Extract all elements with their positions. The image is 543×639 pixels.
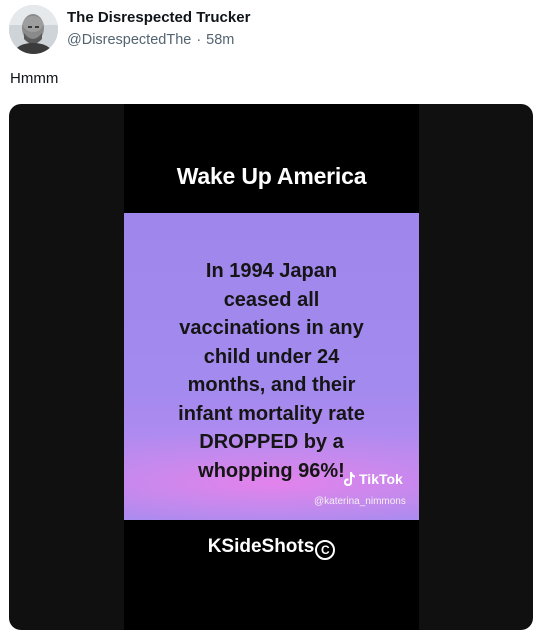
tiktok-watermark: TikTok [342,471,403,487]
tweet-post: The Disrespected Trucker @DisrespectedTh… [0,0,543,639]
brand-name: KSideShots [207,536,315,557]
video-frame: Wake Up America In 1994 Japan ceased all… [124,104,419,630]
tiktok-logo-icon [344,472,355,486]
post-text: Hmmm [10,70,59,87]
meta-line: @DisrespectedThe · 58m [67,32,234,48]
message-card: In 1994 Japan ceased all vaccinations in… [124,213,419,520]
copyright-icon: C [315,540,336,560]
user-handle[interactable]: @DisrespectedThe [67,32,191,48]
tiktok-label: TikTok [359,471,403,487]
card-message: In 1994 Japan ceased all vaccinations in… [178,260,365,482]
media-video[interactable]: Wake Up America In 1994 Japan ceased all… [9,104,533,630]
post-timestamp[interactable]: 58m [206,32,234,48]
display-name[interactable]: The Disrespected Trucker [67,9,250,26]
avatar[interactable] [9,5,58,54]
tiktok-handle: @katerina_nimmons [314,496,406,507]
avatar-photo-icon [9,5,58,54]
meta-separator: · [196,32,202,48]
brand-watermark: KSideShots C [124,536,419,560]
video-title: Wake Up America [176,163,367,189]
